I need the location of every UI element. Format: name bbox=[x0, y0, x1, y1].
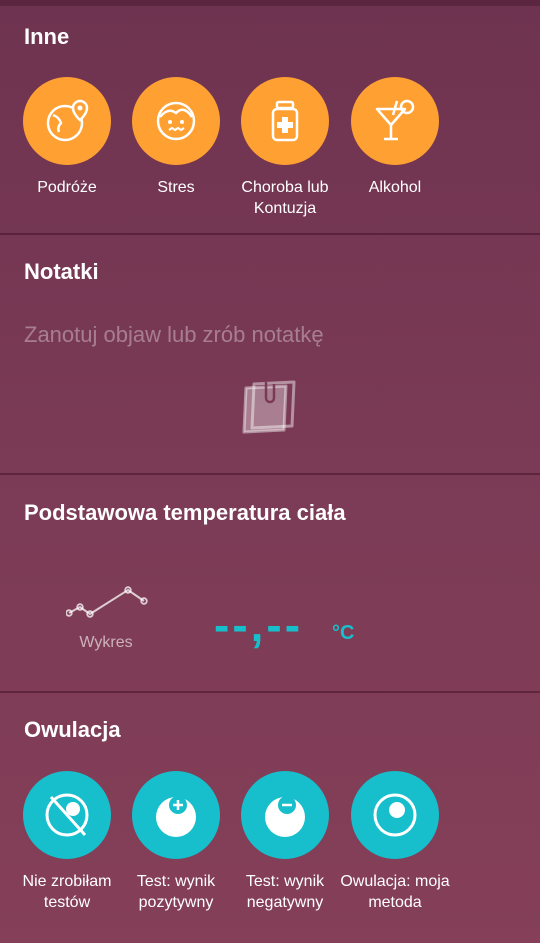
cocktail-glass-icon bbox=[375, 99, 415, 141]
ovulation-method-button[interactable] bbox=[351, 771, 439, 859]
ovulation-item-no-test[interactable]: Nie zrobiłam testów bbox=[12, 771, 122, 913]
no-test-button[interactable] bbox=[23, 771, 111, 859]
stressed-face-icon bbox=[156, 101, 196, 141]
section-title-temperature: Podstawowa temperatura ciała bbox=[24, 500, 346, 525]
inne-item-label: Podróże bbox=[37, 179, 97, 196]
test-positive-button[interactable] bbox=[132, 771, 220, 859]
divider bbox=[0, 691, 540, 693]
ovulation-item-label: Test: wynik negatywny bbox=[245, 873, 325, 911]
ovulation-item-label: Owulacja: moja metoda bbox=[340, 873, 450, 911]
stress-button[interactable] bbox=[132, 77, 220, 165]
test-negative-icon bbox=[265, 796, 305, 837]
illness-button[interactable] bbox=[241, 77, 329, 165]
ovulation-item-label: Test: wynik pozytywny bbox=[136, 873, 216, 911]
ovulation-item-negative[interactable]: Test: wynik negatywny bbox=[230, 771, 340, 913]
test-negative-button[interactable] bbox=[241, 771, 329, 859]
test-positive-icon bbox=[156, 796, 196, 837]
notes-input[interactable]: Zanotuj objaw lub zrób notatkę bbox=[24, 322, 324, 348]
inne-item-label: Choroba lub Kontuzja bbox=[241, 179, 329, 217]
section-title-notes: Notatki bbox=[24, 259, 99, 284]
travel-globe-icon bbox=[46, 99, 89, 142]
inne-item-label: Stres bbox=[157, 179, 195, 196]
ovulation-item-label: Nie zrobiłam testów bbox=[22, 873, 112, 911]
no-test-icon bbox=[45, 793, 89, 837]
ovulation-item-method[interactable]: Owulacja: moja metoda bbox=[340, 771, 450, 913]
chart-label[interactable]: Wykres bbox=[60, 634, 152, 652]
inne-item-travel[interactable]: Podróże bbox=[12, 77, 122, 198]
temperature-unit: °C bbox=[332, 622, 355, 644]
section-title-inne: Inne bbox=[24, 24, 70, 49]
inne-item-label: Alkohol bbox=[368, 179, 422, 196]
line-chart-icon[interactable] bbox=[65, 585, 148, 626]
divider bbox=[0, 233, 540, 235]
divider bbox=[0, 473, 540, 475]
ovulation-method-icon bbox=[373, 793, 417, 837]
ovulation-item-positive[interactable]: Test: wynik pozytywny bbox=[121, 771, 231, 913]
inne-item-stress[interactable]: Stres bbox=[121, 77, 231, 198]
top-bar bbox=[0, 0, 540, 6]
note-paper-icon[interactable] bbox=[240, 378, 300, 439]
alcohol-button[interactable] bbox=[351, 77, 439, 165]
inne-item-illness[interactable]: Choroba lub Kontuzja bbox=[230, 77, 340, 219]
section-title-ovulation: Owulacja bbox=[24, 717, 121, 742]
inne-item-alcohol[interactable]: Alkohol bbox=[340, 77, 450, 198]
medicine-bottle-icon bbox=[271, 100, 299, 142]
travel-button[interactable] bbox=[23, 77, 111, 165]
temperature-value-input[interactable]: --,-- bbox=[214, 598, 303, 652]
